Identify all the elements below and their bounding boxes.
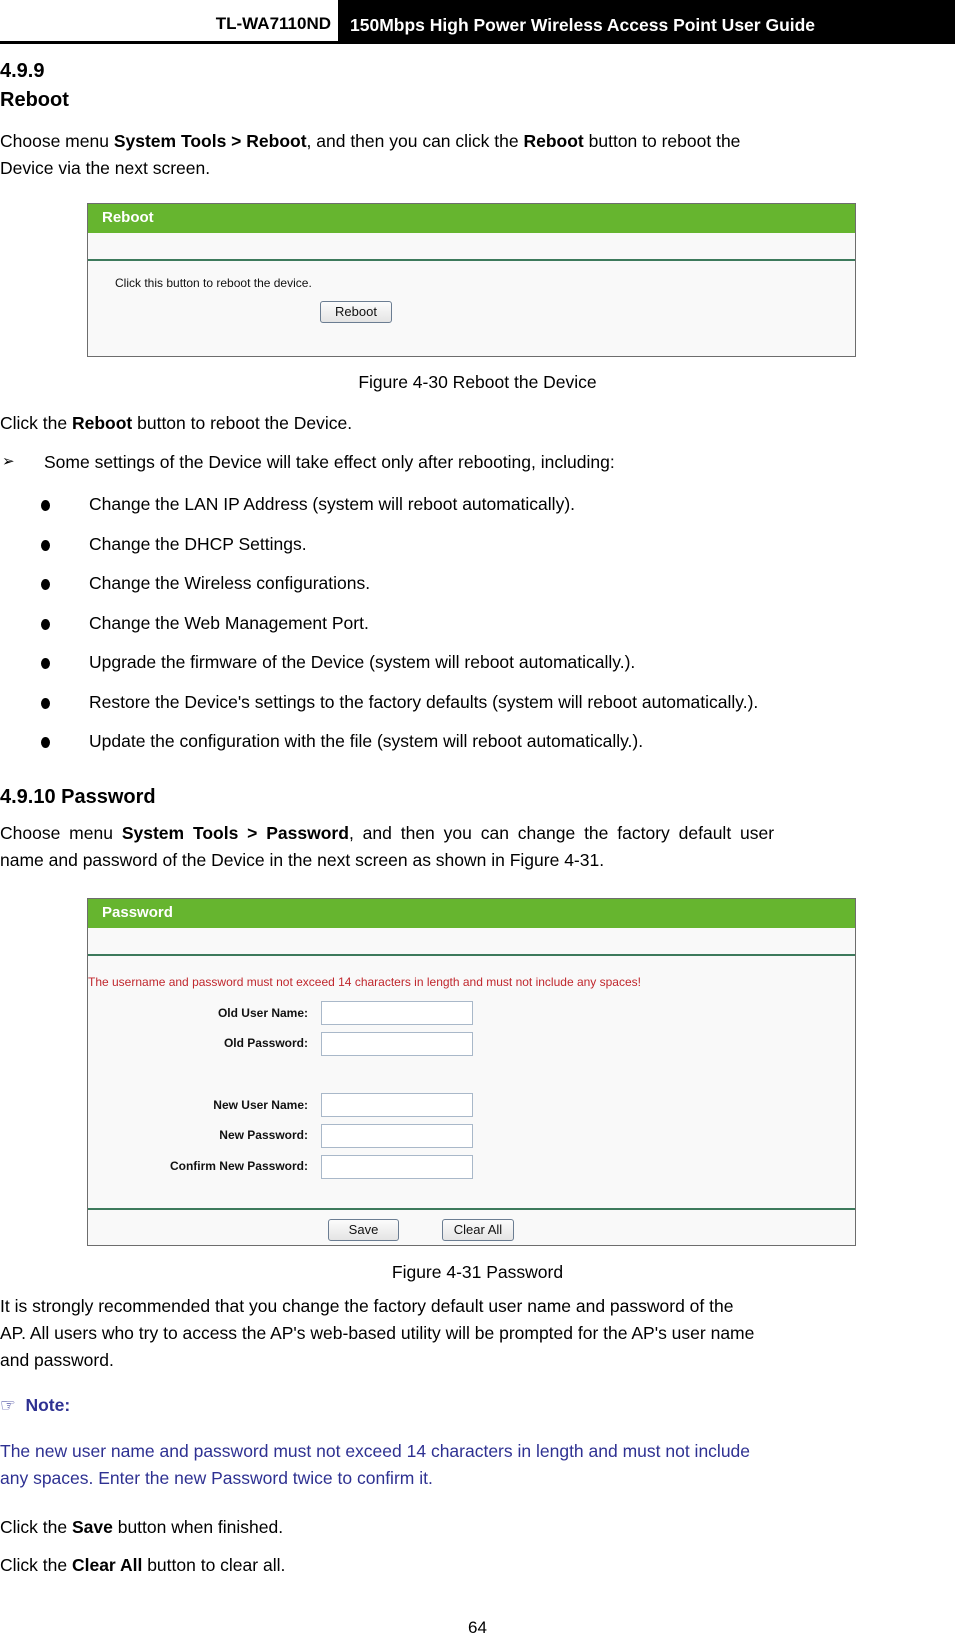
- pointing-hand-icon: ☞: [0, 1396, 16, 1416]
- menu-path: System Tools > Reboot: [113, 131, 307, 151]
- password-warning: The username and password must not excee…: [88, 975, 641, 989]
- panel-divider: [88, 233, 855, 261]
- arrow-bullet-icon: ➢: [2, 453, 15, 470]
- reboot-instruction: Click this button to reboot the device.: [115, 276, 312, 290]
- confirm-password-input[interactable]: [321, 1155, 473, 1179]
- clear-line: Click the Clear All button to clear all.: [0, 1552, 285, 1579]
- section-number-reboot: 4.9.9: [0, 60, 45, 82]
- save-button[interactable]: Save: [328, 1219, 399, 1241]
- bullet-icon: [41, 579, 50, 590]
- text: Click the: [0, 1555, 72, 1575]
- page-number: 64: [468, 1618, 487, 1637]
- reboot-figure: Reboot Click this button to reboot the d…: [87, 203, 856, 357]
- bullet-icon: [41, 500, 50, 511]
- text: button when finished.: [112, 1517, 284, 1537]
- old-password-label: Old Password:: [223, 1036, 308, 1050]
- bullet-icon: [41, 737, 50, 748]
- old-username-label: Old User Name:: [217, 1006, 308, 1020]
- button-ref: Save: [71, 1517, 113, 1537]
- save-line: Click the Save button when finished.: [0, 1514, 283, 1541]
- recommend-line2: AP. All users who try to access the AP's…: [0, 1323, 755, 1343]
- text: , and then you can click the: [306, 131, 524, 151]
- text: Device via the next screen.: [0, 158, 211, 178]
- new-password-label: New Password:: [219, 1128, 308, 1142]
- reboot-panel-header: Reboot: [88, 204, 855, 233]
- bullet-text: Upgrade the firmware of the Device (syst…: [89, 652, 636, 672]
- panel-divider: [88, 928, 855, 956]
- section-title-reboot: Reboot: [0, 89, 69, 111]
- reboot-intro: Choose menu System Tools > Reboot, and t…: [0, 128, 740, 182]
- button-ref: Clear All: [71, 1555, 143, 1575]
- bullet-text: Update the configuration with the file (…: [89, 731, 644, 751]
- note-line2: any spaces. Enter the new Password twice…: [0, 1468, 433, 1488]
- bullet-text: Change the LAN IP Address (system will r…: [89, 494, 576, 514]
- note-label: Note:: [25, 1395, 71, 1415]
- text: , and then you can change the factory de…: [348, 823, 775, 843]
- guide-title: 150Mbps High Power Wireless Access Point…: [338, 0, 955, 41]
- bullet-text: Change the Wireless configurations.: [89, 573, 371, 593]
- password-intro-line2: name and password of the Device in the n…: [0, 850, 605, 870]
- new-password-input[interactable]: [321, 1124, 473, 1148]
- product-model: TL-WA7110ND: [215, 14, 331, 33]
- password-panel-header: Password: [88, 899, 855, 928]
- text: Click the: [0, 413, 72, 433]
- figure-caption-password: Figure 4-31 Password: [391, 1262, 564, 1282]
- reboot-click-line: Click the Reboot button to reboot the De…: [0, 410, 352, 437]
- new-username-input[interactable]: [321, 1093, 473, 1117]
- text: button to reboot the Device.: [132, 413, 353, 433]
- text: Choose menu: [0, 131, 114, 151]
- button-ref: Reboot: [71, 413, 133, 433]
- arrow-item-text: Some settings of the Device will take ef…: [44, 452, 615, 472]
- bullet-text: Change the DHCP Settings.: [89, 534, 307, 554]
- text: Click the: [0, 1517, 72, 1537]
- password-intro-line1: Choose menu System Tools > Password, and…: [0, 820, 953, 847]
- figure-caption-reboot: Figure 4-30 Reboot the Device: [358, 372, 597, 392]
- text: button to reboot the: [583, 131, 741, 151]
- reboot-button[interactable]: Reboot: [320, 301, 392, 323]
- password-figure: Password The username and password must …: [87, 898, 856, 1246]
- bullet-icon: [41, 540, 50, 551]
- button-ref: Reboot: [523, 131, 584, 151]
- section-title-password: 4.9.10 Password: [0, 786, 156, 808]
- old-username-input[interactable]: [321, 1001, 473, 1025]
- note-heading: ☞ Note:: [0, 1392, 70, 1420]
- bullet-text: Change the Web Management Port.: [89, 613, 369, 633]
- menu-path: System Tools > Password: [121, 823, 349, 843]
- text: Choose menu: [0, 823, 122, 843]
- bullet-icon: [41, 698, 50, 709]
- page-header: TL-WA7110ND 150Mbps High Power Wireless …: [0, 0, 955, 44]
- text: button to clear all.: [142, 1555, 286, 1575]
- note-line1: The new user name and password must not …: [0, 1441, 751, 1461]
- new-username-label: New User Name:: [213, 1098, 308, 1112]
- clear-all-button[interactable]: Clear All: [442, 1219, 514, 1241]
- bullet-icon: [41, 658, 50, 669]
- recommend-line3: and password.: [0, 1350, 114, 1370]
- old-password-input[interactable]: [321, 1032, 473, 1056]
- panel-divider: [88, 1208, 855, 1210]
- bullet-icon: [41, 619, 50, 630]
- bullet-text: Restore the Device's settings to the fac…: [89, 692, 759, 712]
- confirm-password-label: Confirm New Password:: [169, 1159, 308, 1173]
- recommend-line1: It is strongly recommended that you chan…: [0, 1296, 734, 1316]
